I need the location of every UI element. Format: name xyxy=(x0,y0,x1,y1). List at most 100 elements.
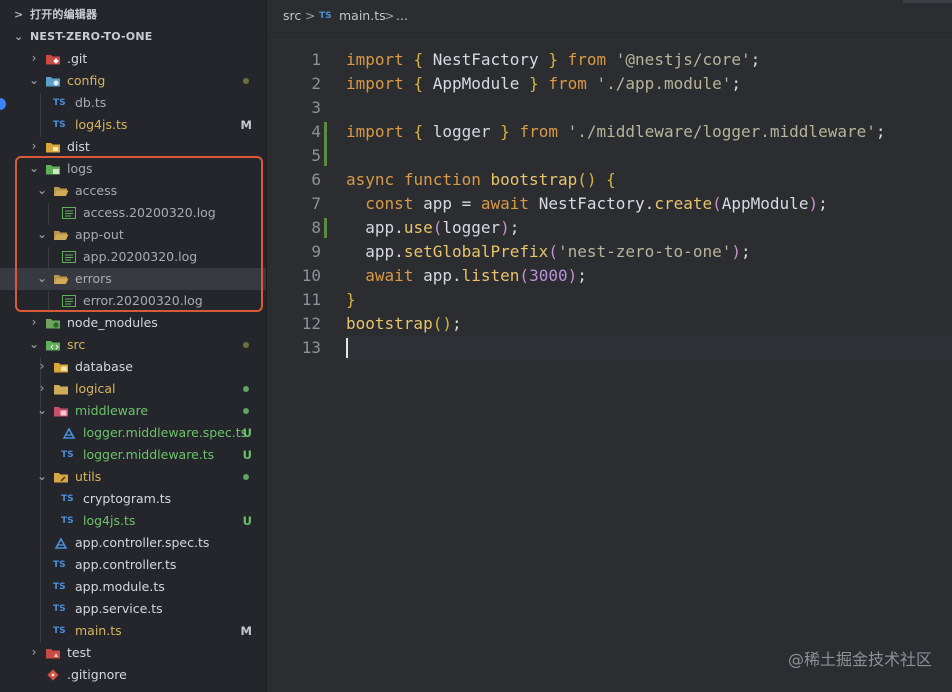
tree-item-utils[interactable]: ⌄ utils xyxy=(0,466,266,488)
typescript-icon: TS xyxy=(53,604,66,614)
tree-item-label: src xyxy=(67,337,86,352)
tree-item-logger-middleware-spec[interactable]: logger.middleware.spec.ts U xyxy=(0,422,266,444)
chevron-down-icon: ⌄ xyxy=(14,30,24,43)
tree-item-main-ts[interactable]: TS main.ts M xyxy=(0,620,266,642)
current-line-highlight xyxy=(346,336,952,360)
line-number: 5 xyxy=(311,146,321,165)
test-spec-icon xyxy=(61,425,77,441)
tree-item-src[interactable]: ⌄ src xyxy=(0,334,266,356)
tree-item-utils-log4js[interactable]: TS log4js.ts U xyxy=(0,510,266,532)
text-cursor xyxy=(346,338,348,358)
typescript-icon: TS xyxy=(61,450,74,460)
tree-item-label: test xyxy=(67,645,92,660)
untracked-dot xyxy=(243,408,249,414)
tree-item-dist[interactable]: › dist xyxy=(0,136,266,158)
file-explorer: > 打开的编辑器 ⌄ NEST-ZERO-TO-ONE › .git ⌄ con… xyxy=(0,0,267,692)
tree-item-label: log4js.ts xyxy=(83,513,136,528)
breadcrumb-file[interactable]: main.ts xyxy=(339,0,386,32)
breadcrumb-folder[interactable]: src xyxy=(283,0,301,32)
tree-item-label: main.ts xyxy=(75,623,122,638)
code-token: const xyxy=(365,194,414,213)
tree-item-label: .gitignore xyxy=(67,667,127,682)
modified-dot xyxy=(243,78,249,84)
src-folder-icon xyxy=(45,337,61,353)
tree-item-app-service[interactable]: TS app.service.ts xyxy=(0,598,266,620)
tree-item-cryptogram[interactable]: TS cryptogram.ts xyxy=(0,488,266,510)
git-file-icon xyxy=(45,667,61,683)
typescript-icon: TS xyxy=(53,98,66,108)
typescript-icon: TS xyxy=(61,516,74,526)
config-folder-icon xyxy=(45,73,61,89)
code-token: app xyxy=(365,218,395,237)
tree-item-label: node_modules xyxy=(67,315,158,330)
tree-item-node-modules[interactable]: › node_modules xyxy=(0,312,266,334)
utils-folder-icon xyxy=(53,469,69,485)
code-token: bootstrap xyxy=(490,170,578,189)
breadcrumb-separator: > xyxy=(384,8,395,23)
code-token: app xyxy=(365,242,395,261)
code-token: from xyxy=(548,74,587,93)
tree-item-label: logger.middleware.ts xyxy=(83,447,215,462)
chevron-down-icon: ⌄ xyxy=(36,403,48,417)
breadcrumb-separator: > xyxy=(305,8,316,23)
tree-item-gitignore[interactable]: .gitignore xyxy=(0,664,266,686)
tree-item-log4js-ts[interactable]: TS log4js.ts M xyxy=(0,114,266,136)
code-token: await xyxy=(480,194,530,213)
code-token: '@nestjs/core' xyxy=(615,50,751,69)
git-status-badge: U xyxy=(242,448,252,462)
breadcrumb-symbols[interactable]: ... xyxy=(396,0,408,32)
chevron-right-icon: › xyxy=(31,139,37,153)
watermark: @稀土掘金技术社区 xyxy=(787,650,932,669)
git-change-marker xyxy=(324,122,327,166)
code-line: app.setGlobalPrefix('nest-zero-to-one'); xyxy=(365,242,751,261)
tree-item-database[interactable]: › database xyxy=(0,356,266,378)
code-line: await app.listen(3000); xyxy=(365,266,587,285)
modified-dot xyxy=(243,342,249,348)
code-token: logger xyxy=(432,122,491,141)
tree-item-logger-middleware[interactable]: TS logger.middleware.ts U xyxy=(0,444,266,466)
middleware-folder-icon xyxy=(53,403,69,419)
tree-item-app-module[interactable]: TS app.module.ts xyxy=(0,576,266,598)
tree-item-label: app.service.ts xyxy=(75,601,163,616)
git-status-badge: U xyxy=(242,426,252,440)
tree-item-label: logger.middleware.spec.ts xyxy=(83,425,248,440)
git-status-badge: M xyxy=(240,118,252,132)
tab-strip-remnant xyxy=(903,0,952,3)
open-editors-header[interactable]: > 打开的编辑器 xyxy=(0,4,266,26)
open-editors-label: 打开的编辑器 xyxy=(30,8,98,21)
code-token: 'nest-zero-to-one' xyxy=(557,242,732,261)
code-line: import { logger } from './middleware/log… xyxy=(346,122,886,141)
chevron-right-icon: › xyxy=(31,645,37,659)
test-spec-icon xyxy=(53,535,69,551)
tree-item-db-ts[interactable]: TS db.ts xyxy=(0,92,266,114)
line-number: 9 xyxy=(311,242,321,261)
chevron-right-icon: > xyxy=(14,8,24,21)
untracked-dot xyxy=(243,386,249,392)
tree-item-label: config xyxy=(67,73,106,88)
tree-item-label: .git xyxy=(67,51,88,66)
tree-item-middleware[interactable]: ⌄ middleware xyxy=(0,400,266,422)
chevron-right-icon: › xyxy=(39,359,45,373)
tree-item-logical[interactable]: › logical xyxy=(0,378,266,400)
project-header[interactable]: ⌄ NEST-ZERO-TO-ONE xyxy=(0,26,266,48)
tree-item-label: app.controller.ts xyxy=(75,557,177,572)
typescript-icon: TS xyxy=(53,626,66,636)
line-number: 13 xyxy=(301,338,321,357)
code-token: app xyxy=(423,266,452,285)
node-modules-folder-icon xyxy=(45,315,61,331)
git-status-badge: M xyxy=(240,624,252,638)
code-line: app.use(logger); xyxy=(365,218,520,237)
tree-item-label: cryptogram.ts xyxy=(83,491,172,506)
tree-item-config[interactable]: ⌄ config xyxy=(0,70,266,92)
tree-item-app-controller-spec[interactable]: app.controller.spec.ts xyxy=(0,532,266,554)
code-token: 3000 xyxy=(529,266,568,285)
tree-item-test[interactable]: › test xyxy=(0,642,266,664)
chevron-down-icon: ⌄ xyxy=(28,73,40,87)
tree-item-git[interactable]: › .git xyxy=(0,48,266,70)
line-number: 3 xyxy=(311,98,321,117)
git-status-badge: U xyxy=(242,514,252,528)
code-token: bootstrap xyxy=(346,314,433,333)
code-token: function xyxy=(403,170,481,189)
code-token: await xyxy=(365,266,414,285)
tree-item-app-controller[interactable]: TS app.controller.ts xyxy=(0,554,266,576)
